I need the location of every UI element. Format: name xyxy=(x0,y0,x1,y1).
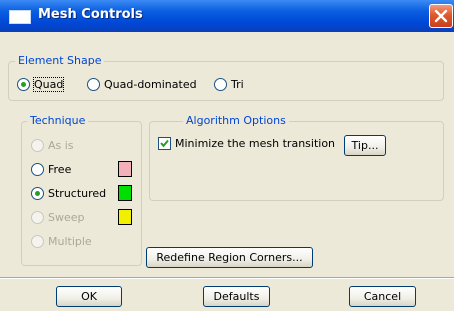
free-color-swatch xyxy=(118,161,132,177)
technique-option-structured[interactable]: Structured xyxy=(31,187,106,200)
algorithm-options-group: Algorithm Options xyxy=(149,114,444,201)
technique-option-label: Structured xyxy=(48,187,107,200)
checkmark-icon xyxy=(160,139,169,148)
radio-multiple[interactable] xyxy=(31,235,44,248)
technique-option-sweep[interactable]: Sweep xyxy=(31,211,85,224)
shape-option-quad[interactable]: Quad xyxy=(17,77,65,92)
radio-as-is[interactable] xyxy=(31,139,44,152)
minimize-transition-option[interactable]: Minimize the mesh transition xyxy=(158,137,335,150)
technique-option-free[interactable]: Free xyxy=(31,163,71,176)
redefine-region-corners-button[interactable]: Redefine Region Corners... xyxy=(146,247,313,268)
shape-option-label: Quad-dominated xyxy=(104,78,197,91)
structured-color-swatch xyxy=(118,185,132,201)
algorithm-options-legend: Algorithm Options xyxy=(183,114,289,127)
minimize-transition-label: Minimize the mesh transition xyxy=(175,137,336,150)
technique-option-label: Sweep xyxy=(48,211,85,224)
minimize-transition-checkbox[interactable] xyxy=(158,137,171,150)
cancel-button[interactable]: Cancel xyxy=(349,286,416,307)
technique-option-multiple[interactable]: Multiple xyxy=(31,235,92,248)
radio-sweep[interactable] xyxy=(31,211,44,224)
shape-option-tri[interactable]: Tri xyxy=(214,78,244,91)
technique-option-label: Free xyxy=(48,163,72,176)
close-icon xyxy=(434,9,448,23)
technique-option-as-is[interactable]: As is xyxy=(31,139,74,152)
window-title: Mesh Controls xyxy=(38,7,143,22)
window-icon xyxy=(9,10,31,24)
radio-free[interactable] xyxy=(31,163,44,176)
radio-quad-dominated[interactable] xyxy=(87,78,100,91)
shape-option-label: Tri xyxy=(231,78,244,91)
radio-quad[interactable] xyxy=(17,78,30,91)
technique-option-label: As is xyxy=(48,139,74,152)
tip-button[interactable]: Tip... xyxy=(344,135,386,156)
technique-legend: Technique xyxy=(27,114,89,127)
sweep-color-swatch xyxy=(118,209,132,225)
radio-structured[interactable] xyxy=(31,187,44,200)
title-bar[interactable]: Mesh Controls xyxy=(0,0,454,32)
ok-button[interactable]: OK xyxy=(56,286,122,307)
shape-option-label: Quad xyxy=(32,77,65,92)
defaults-button[interactable]: Defaults xyxy=(203,286,270,307)
button-divider xyxy=(0,277,454,279)
dialog-body: Element Shape Quad Quad-dominated Tri Te… xyxy=(0,32,454,311)
radio-tri[interactable] xyxy=(214,78,227,91)
element-shape-legend: Element Shape xyxy=(15,54,105,67)
shape-option-quad-dominated[interactable]: Quad-dominated xyxy=(87,78,197,91)
technique-option-label: Multiple xyxy=(48,235,92,248)
close-button[interactable] xyxy=(429,4,453,28)
